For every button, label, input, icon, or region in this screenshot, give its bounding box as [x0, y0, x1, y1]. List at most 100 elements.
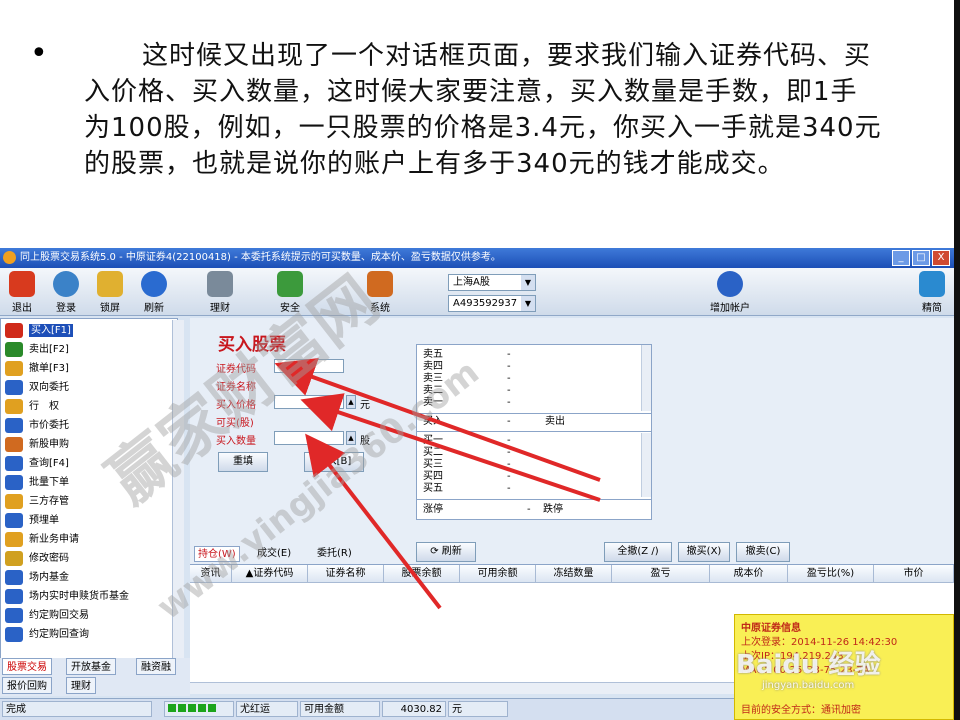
- nav-item-market-order[interactable]: 市价委托: [5, 416, 165, 435]
- nav-item-label: 双向委托: [29, 382, 69, 393]
- main-toolbar: 退出 登录 锁屏 刷新 理财 安全 系统 上海A股 ▼ A493592937 ▼…: [0, 268, 954, 316]
- col-available[interactable]: 可用余额: [460, 565, 536, 583]
- finance-button[interactable]: 理财: [200, 271, 240, 314]
- nav-item-two-way[interactable]: 双向委托: [5, 378, 165, 397]
- ipo-icon: [5, 437, 23, 452]
- cancel-all-button[interactable]: 全撤(Z /): [604, 542, 672, 562]
- col-info[interactable]: 资讯: [190, 565, 232, 583]
- refresh-positions-button[interactable]: ⟳ 刷新: [416, 542, 476, 562]
- quote-scrollbar[interactable]: [641, 433, 651, 497]
- col-cost[interactable]: 成本价: [710, 565, 788, 583]
- nav-item-exercise[interactable]: 行 权: [5, 397, 165, 416]
- buy-submit-button[interactable]: 买入[B]: [304, 452, 364, 472]
- nav-item-preset[interactable]: 预埋单: [5, 511, 165, 530]
- quote-divider: [417, 413, 651, 414]
- slide-edge-bar: [954, 0, 960, 720]
- tab-repo-quote[interactable]: 报价回购: [2, 677, 52, 694]
- lock-screen-label: 锁屏: [100, 303, 120, 314]
- stock-code-input[interactable]: [274, 359, 344, 373]
- quote-value: -: [507, 373, 511, 384]
- account-select[interactable]: A493592937 ▼: [448, 295, 536, 312]
- label-buy-price: 买入价格: [216, 400, 256, 411]
- nav-item-fund[interactable]: 场内基金: [5, 568, 165, 587]
- refresh-toolbar-button[interactable]: 刷新: [134, 271, 174, 314]
- shield-icon: [277, 271, 303, 297]
- quote-value: -: [507, 361, 511, 372]
- tab-positions[interactable]: 持仓(W): [194, 546, 240, 562]
- quote-divider: [417, 499, 651, 500]
- nav-item-ipo[interactable]: 新股申购: [5, 435, 165, 454]
- nav-item-apply[interactable]: 新业务申请: [5, 530, 165, 549]
- tab-margin[interactable]: 融资融: [136, 658, 176, 675]
- buy-quantity-input[interactable]: [274, 431, 344, 445]
- quote-scrollbar[interactable]: [641, 345, 651, 411]
- quote-row: 买三 -: [423, 459, 643, 471]
- quote-row: 卖五 -: [423, 349, 643, 361]
- nav-item-custody[interactable]: 三方存管: [5, 492, 165, 511]
- nav-item-batch[interactable]: 批量下单: [5, 473, 165, 492]
- col-name[interactable]: 证券名称: [308, 565, 384, 583]
- quote-label: 卖一: [423, 397, 443, 408]
- nav-item-query[interactable]: 查询[F4]: [5, 454, 165, 473]
- nav-item-money-fund[interactable]: 场内实时申赎货币基金: [5, 587, 165, 606]
- col-market-price[interactable]: 市价: [874, 565, 954, 583]
- col-pnl[interactable]: 盈亏: [612, 565, 710, 583]
- baidu-watermark: Baidu 经验: [736, 650, 881, 680]
- quantity-stepper[interactable]: ▲: [346, 431, 356, 445]
- exit-button[interactable]: 退出: [2, 271, 42, 314]
- quote-value: -: [507, 385, 511, 396]
- refresh-toolbar-label: 刷新: [144, 303, 164, 314]
- status-avail-label: 可用金额: [300, 701, 380, 717]
- buy-price-input[interactable]: [274, 395, 344, 409]
- nav-item-label: 场内基金: [29, 572, 69, 583]
- col-balance[interactable]: 股票余额: [384, 565, 460, 583]
- quote-value: -: [507, 349, 511, 360]
- batch-icon: [5, 475, 23, 490]
- finance-label: 理财: [210, 303, 230, 314]
- nav-scrollbar[interactable]: [172, 320, 184, 676]
- price-stepper[interactable]: ▲: [346, 395, 356, 409]
- cancel-sells-button[interactable]: 撤卖(C): [736, 542, 790, 562]
- account-select-value: A493592937: [453, 298, 518, 309]
- market-select[interactable]: 上海A股 ▼: [448, 274, 536, 291]
- bullet-marker: •: [30, 36, 48, 71]
- cancel-buys-button[interactable]: 撤买(X): [678, 542, 730, 562]
- tab-orders[interactable]: 委托(R): [314, 546, 355, 562]
- tab-trades[interactable]: 成交(E): [254, 546, 294, 562]
- col-code[interactable]: ▲证券代码: [232, 565, 308, 583]
- reset-button[interactable]: 重填: [218, 452, 268, 472]
- repo-icon: [5, 608, 23, 623]
- nav-item-label: 批量下单: [29, 477, 69, 488]
- minimize-button[interactable]: _: [892, 250, 910, 266]
- nav-item-repo-query[interactable]: 约定购回查询: [5, 625, 165, 644]
- nav-item-repo[interactable]: 约定购回交易: [5, 606, 165, 625]
- quote-row: 买一 -: [423, 435, 643, 447]
- close-button[interactable]: X: [932, 250, 950, 266]
- col-frozen[interactable]: 冻结数量: [536, 565, 612, 583]
- form-title: 买入股票: [218, 335, 286, 355]
- compact-label: 精简: [922, 303, 942, 314]
- quote-value: -: [507, 483, 511, 494]
- nav-item-buy[interactable]: 买入[F1]: [5, 321, 165, 340]
- maximize-button[interactable]: □: [912, 250, 930, 266]
- nav-item-password[interactable]: 修改密码: [5, 549, 165, 568]
- tab-wealth[interactable]: 理财: [66, 677, 96, 694]
- tools-icon: [367, 271, 393, 297]
- security-button[interactable]: 安全: [270, 271, 310, 314]
- col-pnl-ratio[interactable]: 盈亏比(%): [788, 565, 874, 583]
- add-account-button[interactable]: 增加帐户: [700, 271, 760, 314]
- quote-label: 买一: [423, 435, 443, 446]
- system-button[interactable]: 系统: [360, 271, 400, 314]
- nav-item-cancel[interactable]: 撤单[F3]: [5, 359, 165, 378]
- quantity-unit: 股: [360, 436, 370, 447]
- login-button[interactable]: 登录: [46, 271, 86, 314]
- connection-indicator: [164, 701, 234, 717]
- compact-button[interactable]: 精简: [912, 271, 952, 314]
- lock-screen-button[interactable]: 锁屏: [90, 271, 130, 314]
- tab-open-fund[interactable]: 开放基金: [66, 658, 116, 675]
- tab-stock-trading[interactable]: 股票交易: [2, 658, 52, 675]
- apply-icon: [5, 532, 23, 547]
- users-icon: [53, 271, 79, 297]
- nav-item-sell[interactable]: 卖出[F2]: [5, 340, 165, 359]
- nav-item-label: 三方存管: [29, 496, 69, 507]
